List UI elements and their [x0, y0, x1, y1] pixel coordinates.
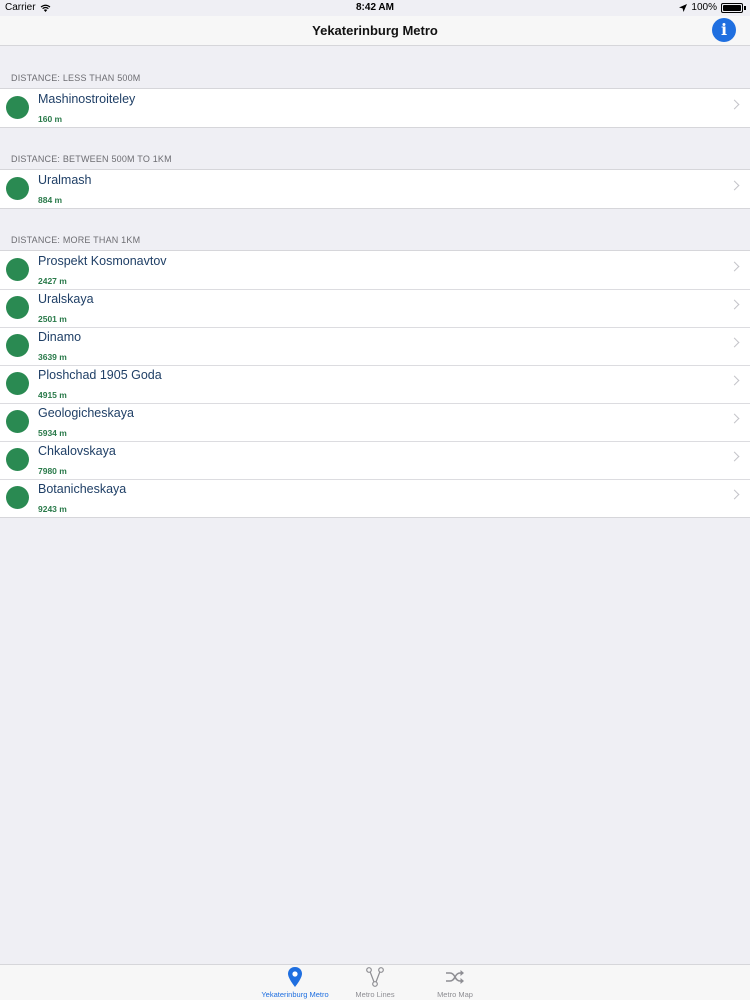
chevron-right-icon	[729, 413, 740, 424]
location-pin-icon	[288, 967, 302, 987]
location-arrow-icon	[679, 3, 688, 12]
chevron-right-icon	[729, 180, 740, 191]
station-name: Ploshchad 1905 Goda	[38, 368, 162, 382]
battery-percent: 100%	[691, 2, 717, 13]
navigation-bar: Yekaterinburg Metro i	[0, 16, 750, 46]
page-title: Yekaterinburg Metro	[312, 23, 438, 38]
status-bar: Carrier 8:42 AM 100%	[0, 0, 750, 16]
station-distance: 3639 m	[38, 352, 67, 362]
section-list: Mashinostroiteley 160 m	[0, 88, 750, 128]
station-row[interactable]: Mashinostroiteley 160 m	[0, 89, 750, 127]
tab-bar: Yekaterinburg Metro Metro Lines Metro Ma…	[0, 964, 750, 1000]
station-row[interactable]: Prospekt Kosmonavtov 2427 m	[0, 251, 750, 289]
station-row[interactable]: Ploshchad 1905 Goda 4915 m	[0, 365, 750, 403]
section-header: DISTANCE: MORE THAN 1KM	[11, 235, 141, 245]
station-distance: 7980 m	[38, 466, 67, 476]
station-distance: 2501 m	[38, 314, 67, 324]
station-distance: 160 m	[38, 114, 63, 124]
tab-metro-map[interactable]: Metro Map	[415, 965, 495, 1000]
station-dot-icon	[6, 448, 29, 471]
metro-lines-icon	[366, 967, 384, 987]
status-right: 100%	[679, 2, 746, 13]
station-distance: 5934 m	[38, 428, 67, 438]
tab-label: Metro Map	[437, 990, 473, 999]
station-row[interactable]: Botanicheskaya 9243 m	[0, 479, 750, 517]
chevron-right-icon	[729, 451, 740, 462]
station-name: Geologicheskaya	[38, 406, 134, 420]
section-list: Prospekt Kosmonavtov 2427 m Uralskaya 25…	[0, 250, 750, 518]
station-name: Mashinostroiteley	[38, 92, 136, 106]
station-dot-icon	[6, 96, 29, 119]
station-distance: 884 m	[38, 195, 63, 205]
station-row[interactable]: Uralmash 884 m	[0, 170, 750, 208]
station-dot-icon	[6, 177, 29, 200]
chevron-right-icon	[729, 337, 740, 348]
battery-tip	[744, 5, 746, 10]
station-dot-icon	[6, 410, 29, 433]
battery-icon	[721, 2, 743, 13]
status-time: 8:42 AM	[356, 2, 394, 13]
tab-yekaterinburg-metro[interactable]: Yekaterinburg Metro	[255, 965, 335, 1000]
section-header: DISTANCE: BETWEEN 500M TO 1KM	[11, 154, 172, 164]
station-distance: 9243 m	[38, 504, 67, 514]
chevron-right-icon	[729, 99, 740, 110]
station-row[interactable]: Dinamo 3639 m	[0, 327, 750, 365]
shuffle-icon	[446, 970, 464, 984]
section-header: DISTANCE: LESS THAN 500M	[11, 73, 141, 83]
station-list: DISTANCE: LESS THAN 500M Mashinostroitel…	[0, 47, 750, 518]
station-row[interactable]: Geologicheskaya 5934 m	[0, 403, 750, 441]
chevron-right-icon	[729, 489, 740, 500]
chevron-right-icon	[729, 261, 740, 272]
chevron-right-icon	[729, 299, 740, 310]
station-name: Chkalovskaya	[38, 444, 116, 458]
station-name: Botanicheskaya	[38, 482, 127, 496]
station-name: Uralskaya	[38, 292, 94, 306]
info-button[interactable]: i	[712, 18, 736, 42]
section-list: Uralmash 884 m	[0, 169, 750, 209]
station-dot-icon	[6, 372, 29, 395]
station-name: Prospekt Kosmonavtov	[38, 254, 167, 268]
station-distance: 4915 m	[38, 390, 67, 400]
chevron-right-icon	[729, 375, 740, 386]
tab-label: Yekaterinburg Metro	[261, 990, 329, 999]
station-distance: 2427 m	[38, 276, 67, 286]
station-row[interactable]: Chkalovskaya 7980 m	[0, 441, 750, 479]
station-dot-icon	[6, 486, 29, 509]
station-row[interactable]: Uralskaya 2501 m	[0, 289, 750, 327]
station-dot-icon	[6, 258, 29, 281]
station-dot-icon	[6, 296, 29, 319]
station-name: Uralmash	[38, 173, 92, 187]
station-name: Dinamo	[38, 330, 82, 344]
tab-label: Metro Lines	[355, 990, 395, 999]
tab-metro-lines[interactable]: Metro Lines	[335, 965, 415, 1000]
station-dot-icon	[6, 334, 29, 357]
